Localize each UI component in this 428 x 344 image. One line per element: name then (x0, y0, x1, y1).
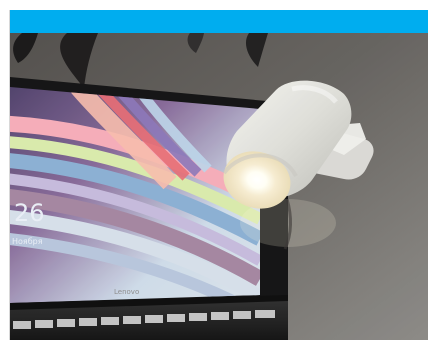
image-viewer-frame: 26 Ноября Lenovo (9, 10, 428, 340)
photo-svg: 26 Ноября Lenovo (10, 33, 428, 340)
title-bar (10, 10, 428, 33)
photo-area: 26 Ноября Lenovo (10, 33, 428, 340)
